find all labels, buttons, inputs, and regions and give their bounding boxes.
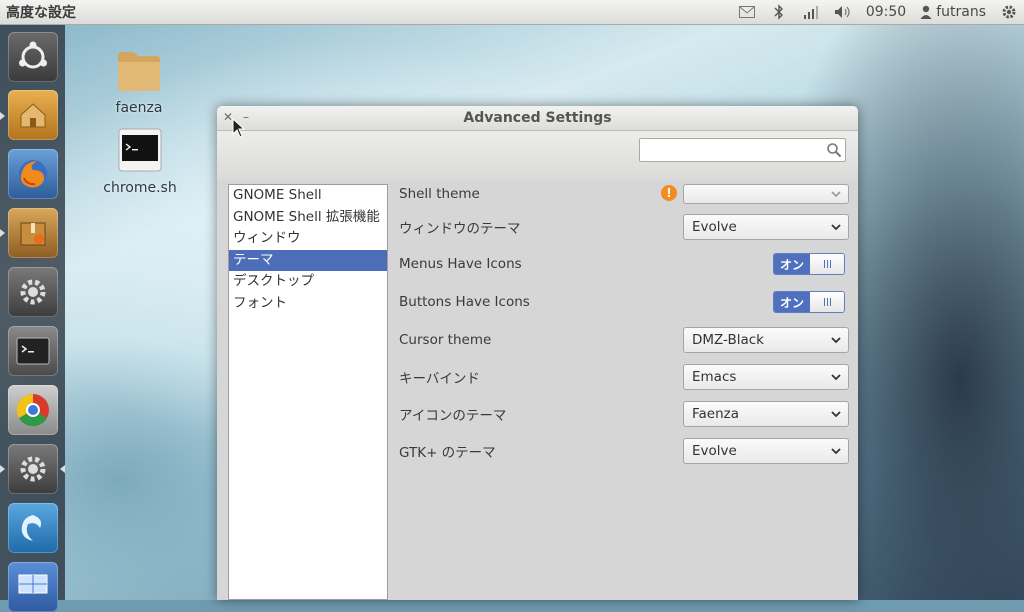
chevron-down-icon [831,411,841,418]
setting-row-gtk-theme: GTK+ のテーマ Evolve [399,436,849,466]
package-icon [20,222,46,246]
folder-icon [118,52,160,91]
mouse-pointer-icon [232,118,246,138]
system-settings-icon [20,456,46,482]
terminal-icon [16,337,50,365]
window-title: Advanced Settings [463,110,612,126]
window-titlebar[interactable]: ✕ – Advanced Settings [217,106,858,131]
sidebar-item-fonts[interactable]: フォント [229,293,387,315]
combo-value: Emacs [692,369,737,385]
volume-icon[interactable] [834,3,852,21]
setting-label: Buttons Have Icons [399,294,530,310]
launcher-system-settings-2[interactable] [8,444,58,494]
mail-icon[interactable] [738,3,756,21]
chrome-icon [16,393,49,427]
category-list: GNOME Shell GNOME Shell 拡張機能 ウィンドウ テーマ デ… [228,184,388,600]
switch-on-label: オン [774,254,810,274]
workspace-switcher-icon [18,574,48,594]
launcher-terminal[interactable] [8,326,58,376]
buttons-have-icons-switch[interactable]: オン [773,291,845,313]
setting-label: キーバインド [399,371,480,387]
home-folder-icon [20,103,46,128]
desktop-icon-label: chrome.sh [103,180,177,196]
sidebar-item-windows[interactable]: ウィンドウ [229,228,387,250]
switch-knob [810,292,844,312]
user-name: futrans [936,4,986,20]
chevron-down-icon [831,191,841,198]
setting-row-shell-theme: Shell theme ! [399,179,849,209]
indicator-area: 09:50 futrans [738,3,1018,21]
chevron-down-icon [831,448,841,455]
search-input[interactable] [639,138,846,162]
setting-label: アイコンのテーマ [399,408,507,424]
icon-theme-combo[interactable]: Faenza [683,401,849,427]
setting-label: Menus Have Icons [399,256,522,272]
unity-launcher [0,25,65,612]
desktop-icon-label: faenza [115,100,163,116]
launcher-chrome[interactable] [8,385,58,435]
setting-row-cursor-theme: Cursor theme DMZ-Black [399,325,849,355]
chevron-down-icon [831,224,841,231]
setting-label: Shell theme [399,186,480,202]
sidebar-item-desktop[interactable]: デスクトップ [229,271,387,293]
menus-have-icons-switch[interactable]: オン [773,253,845,275]
bluetooth-icon[interactable] [770,3,788,21]
combo-value: Faenza [692,406,740,422]
network-signal-icon[interactable] [802,3,820,21]
gtk-theme-combo[interactable]: Evolve [683,438,849,464]
window-theme-combo[interactable]: Evolve [683,214,849,240]
setting-label: ウィンドウのテーマ [399,221,521,237]
combo-value: Evolve [692,219,737,235]
app-menu-title[interactable]: 高度な設定 [6,2,76,22]
ubuntu-logo-icon [19,41,47,69]
setting-row-buttons-have-icons: Buttons Have Icons オン [399,287,849,317]
setting-row-window-theme: ウィンドウのテーマ Evolve [399,212,849,242]
dash-home-button[interactable] [8,32,58,82]
launcher-blue-app[interactable] [8,503,58,553]
launcher-archive-manager[interactable] [8,208,58,258]
terminal-script-icon [118,128,162,172]
sidebar-item-gnome-shell[interactable]: GNOME Shell [229,185,387,207]
chevron-down-icon [831,374,841,381]
shell-theme-combo[interactable] [683,184,849,204]
setting-label: GTK+ のテーマ [399,445,496,461]
sidebar-item-shell-extensions[interactable]: GNOME Shell 拡張機能 [229,207,387,229]
setting-row-keybinding: キーバインド Emacs [399,362,849,392]
firefox-icon [19,160,47,188]
user-menu[interactable]: futrans [920,4,986,20]
chevron-down-icon [831,337,841,344]
launcher-system-settings[interactable] [8,267,58,317]
system-settings-icon [20,279,46,305]
sidebar-item-theme[interactable]: テーマ [229,249,387,271]
cursor-theme-combo[interactable]: DMZ-Black [683,327,849,353]
user-icon [920,5,932,19]
switch-knob [810,254,844,274]
advanced-settings-window: ✕ – Advanced Settings GNOME Shell GNOME … [217,106,858,600]
combo-value: DMZ-Black [692,332,764,348]
search-icon[interactable] [826,142,842,158]
swirl-app-icon [21,515,42,541]
clock[interactable]: 09:50 [866,4,906,20]
switch-on-label: オン [774,292,810,312]
setting-row-menus-have-icons: Menus Have Icons オン [399,249,849,279]
keybinding-combo[interactable]: Emacs [683,364,849,390]
gear-icon[interactable] [1000,3,1018,21]
combo-value: Evolve [692,443,737,459]
launcher-workspace-switcher[interactable] [8,562,58,612]
warning-icon: ! [661,185,677,201]
setting-label: Cursor theme [399,332,492,348]
launcher-home-folder[interactable] [8,90,58,140]
setting-row-icon-theme: アイコンのテーマ Faenza [399,399,849,429]
desktop-icon-faenza[interactable]: faenza [108,48,170,116]
top-panel: 高度な設定 09:50 futrans [0,0,1024,25]
launcher-firefox[interactable] [8,149,58,199]
desktop-icon-chrome-sh[interactable]: chrome.sh [100,128,180,196]
